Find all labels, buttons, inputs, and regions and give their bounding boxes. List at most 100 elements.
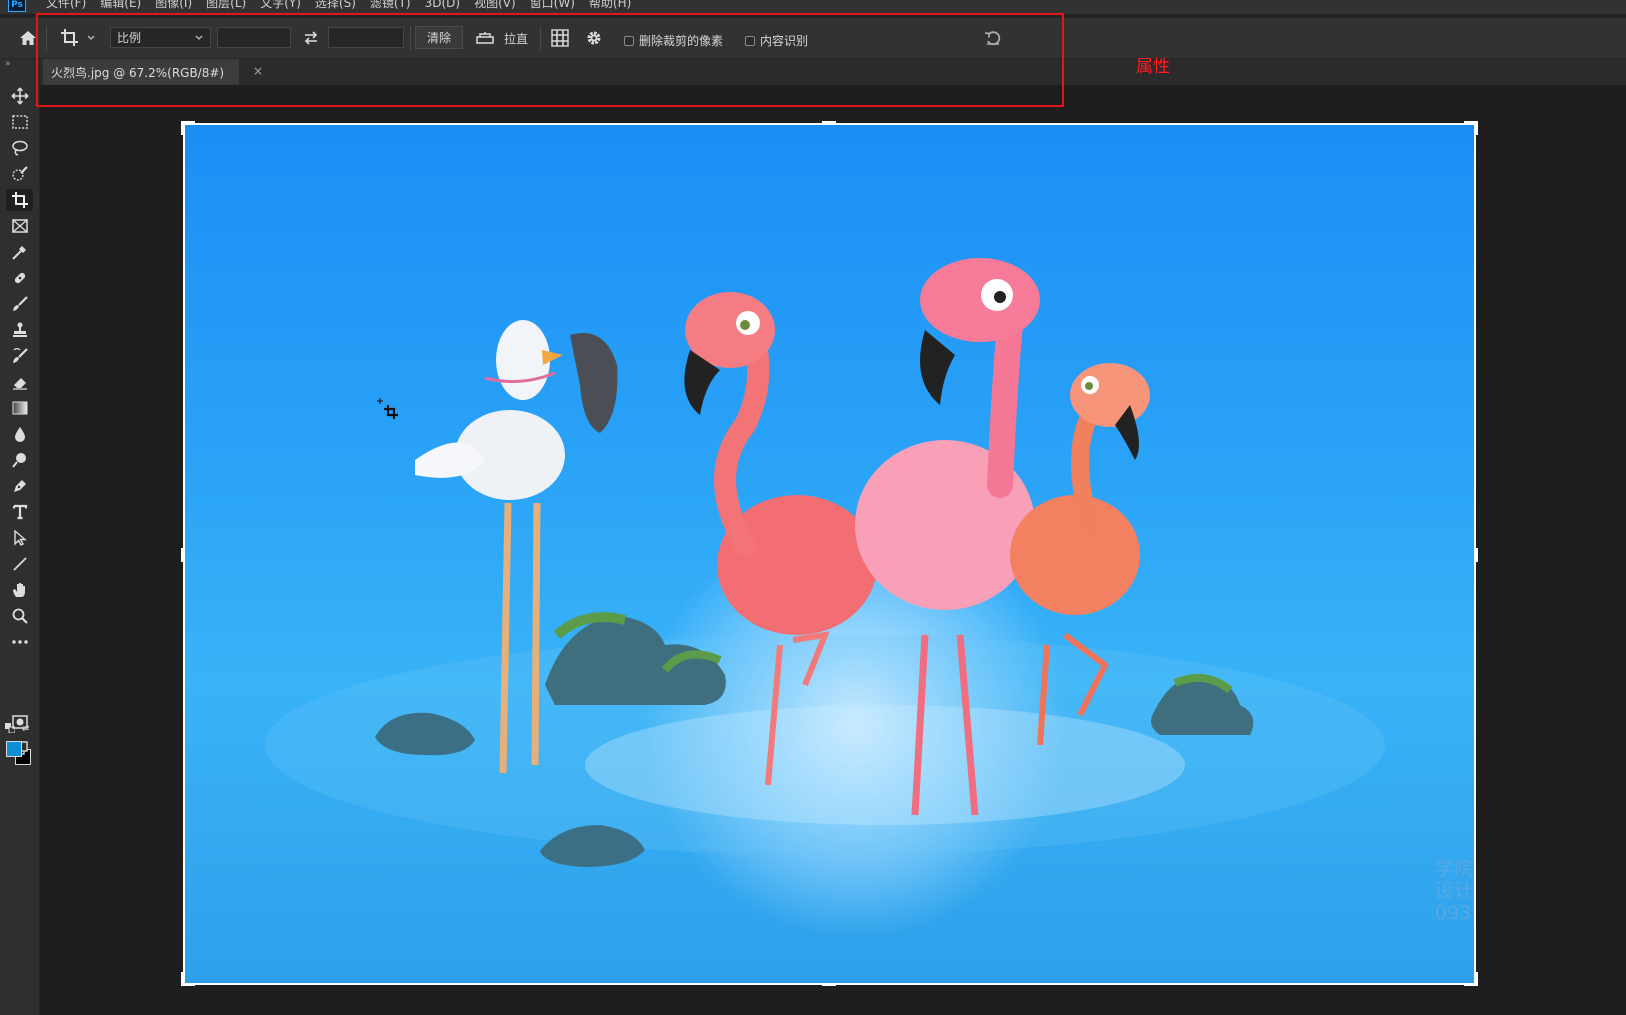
home-icon	[20, 31, 36, 45]
quick-mask-icon	[11, 715, 28, 729]
chevron-down-icon	[87, 35, 95, 40]
width-field[interactable]	[217, 27, 291, 48]
watermark-line-2: 09316275	[1435, 902, 1474, 924]
overlay-options-button[interactable]	[548, 26, 572, 50]
crop-handle-top[interactable]	[822, 121, 836, 124]
swap-icon	[304, 31, 318, 45]
hand-tool[interactable]	[6, 579, 33, 601]
menu-image[interactable]: 图像(I)	[155, 0, 192, 11]
healing-brush-tool[interactable]	[6, 267, 33, 289]
quick-selection-tool[interactable]	[6, 163, 33, 185]
close-icon[interactable]: ×	[253, 64, 263, 78]
more-tools-button[interactable]	[6, 631, 33, 653]
content-aware-label: 内容识别	[760, 34, 809, 48]
eraser-tool[interactable]	[6, 371, 33, 393]
menu-items: 文件(F) 编辑(E) 图像(I) 图层(L) 文字(Y) 选择(S) 滤镜(T…	[46, 0, 645, 11]
quick-mask-button[interactable]	[6, 711, 33, 733]
crop-settings-button[interactable]	[582, 26, 606, 50]
reset-icon	[984, 31, 1001, 46]
reset-crop-button[interactable]	[980, 26, 1006, 50]
menu-filter[interactable]: 滤镜(T)	[370, 0, 411, 11]
straighten-label[interactable]: 拉直	[500, 26, 532, 50]
annotation-label: 属性	[1136, 57, 1170, 77]
history-brush-tool[interactable]	[6, 345, 33, 367]
hand-icon	[12, 583, 25, 597]
document-tab-title: 火烈鸟.jpg @ 67.2%(RGB/8#)	[51, 65, 225, 80]
move-tool[interactable]	[6, 85, 33, 107]
clone-stamp-tool[interactable]	[6, 319, 33, 341]
eyedropper-tool[interactable]	[6, 241, 33, 263]
menu-type[interactable]: 文字(Y)	[260, 0, 301, 11]
menu-3d[interactable]: 3D(D)	[425, 0, 460, 11]
divider	[410, 26, 411, 50]
lasso-tool[interactable]	[6, 137, 33, 159]
crop-handle-left[interactable]	[181, 548, 184, 562]
divider	[46, 26, 47, 50]
photoshop-logo: Ps	[8, 0, 26, 12]
dodge-tool[interactable]	[6, 449, 33, 471]
document-tab[interactable]: 火烈鸟.jpg @ 67.2%(RGB/8#) ×	[43, 59, 263, 85]
menu-help[interactable]: 帮助(H)	[589, 0, 631, 11]
magnifier-icon	[12, 608, 28, 624]
frame-tool[interactable]	[6, 215, 33, 237]
text-icon	[12, 504, 27, 520]
gradient-tool[interactable]	[6, 397, 33, 419]
crop-handle-top-right-v[interactable]	[1475, 121, 1478, 135]
stamp-icon	[12, 322, 27, 337]
tools-panel: » ⇄	[0, 59, 40, 1015]
grid-icon	[551, 29, 569, 47]
checkbox-box[interactable]	[624, 35, 634, 46]
options-bar: 比例 清除 拉直 删除裁剪的像素 内容识别	[0, 18, 1626, 59]
straighten-button[interactable]	[474, 26, 496, 50]
crop-handle-right[interactable]	[1475, 548, 1478, 562]
document-tab-bar: 火烈鸟.jpg @ 67.2%(RGB/8#) ×	[40, 59, 1626, 85]
rect-marquee-icon	[11, 115, 28, 129]
arrow-pointer-icon	[13, 529, 27, 546]
menu-layer[interactable]: 图层(L)	[206, 0, 246, 11]
pen-icon	[13, 480, 26, 492]
flamingo-illustration	[265, 258, 1385, 867]
history-brush-icon	[12, 348, 28, 363]
zoom-tool[interactable]	[6, 605, 33, 627]
eraser-icon	[12, 378, 27, 390]
menu-select[interactable]: 选择(S)	[315, 0, 356, 11]
document-image[interactable]: 学院 平面设计课程 09316275	[185, 125, 1474, 983]
line-tool[interactable]	[6, 553, 33, 575]
watermark: 学院 平面设计课程 09316275	[1435, 858, 1474, 924]
ratio-select[interactable]: 比例	[110, 27, 211, 48]
type-tool[interactable]	[6, 501, 33, 523]
crop-handle-bottom[interactable]	[822, 983, 836, 986]
marquee-tool[interactable]	[6, 111, 33, 133]
drop-icon	[14, 427, 25, 442]
pen-tool[interactable]	[6, 475, 33, 497]
crop-handle-bottom-left-v[interactable]	[181, 972, 184, 986]
crop-tool[interactable]	[6, 189, 33, 211]
blur-tool[interactable]	[6, 423, 33, 445]
clear-button[interactable]: 清除	[415, 26, 463, 49]
divider	[540, 26, 541, 50]
menu-edit[interactable]: 编辑(E)	[100, 0, 141, 11]
crop-handle-top-left-v[interactable]	[181, 121, 184, 135]
delete-cropped-pixels-checkbox[interactable]: 删除裁剪的像素	[624, 32, 723, 49]
bandage-icon	[14, 272, 25, 284]
brush-icon	[12, 296, 28, 311]
menu-file[interactable]: 文件(F)	[46, 0, 86, 11]
chevron-down-icon	[195, 35, 203, 40]
menu-view[interactable]: 视图(V)	[474, 0, 516, 11]
line-icon	[12, 557, 27, 571]
path-selection-tool[interactable]	[6, 527, 33, 549]
ratio-select-value: 比例	[117, 31, 142, 45]
crop-handle-bottom-right-v[interactable]	[1475, 972, 1478, 986]
crop-cursor-icon	[377, 398, 398, 419]
home-button[interactable]	[16, 26, 40, 50]
foreground-color-swatch[interactable]	[6, 741, 22, 757]
height-field[interactable]	[328, 27, 404, 48]
brush-tool[interactable]	[6, 293, 33, 315]
content-aware-checkbox[interactable]: 内容识别	[745, 32, 808, 49]
checkbox-box[interactable]	[745, 35, 755, 46]
crop-preset-picker[interactable]	[56, 26, 100, 50]
frame-icon	[11, 219, 28, 233]
swap-dimensions-button[interactable]	[300, 26, 322, 50]
collapse-icon[interactable]: »	[5, 59, 11, 69]
menu-window[interactable]: 窗口(W)	[530, 0, 575, 11]
